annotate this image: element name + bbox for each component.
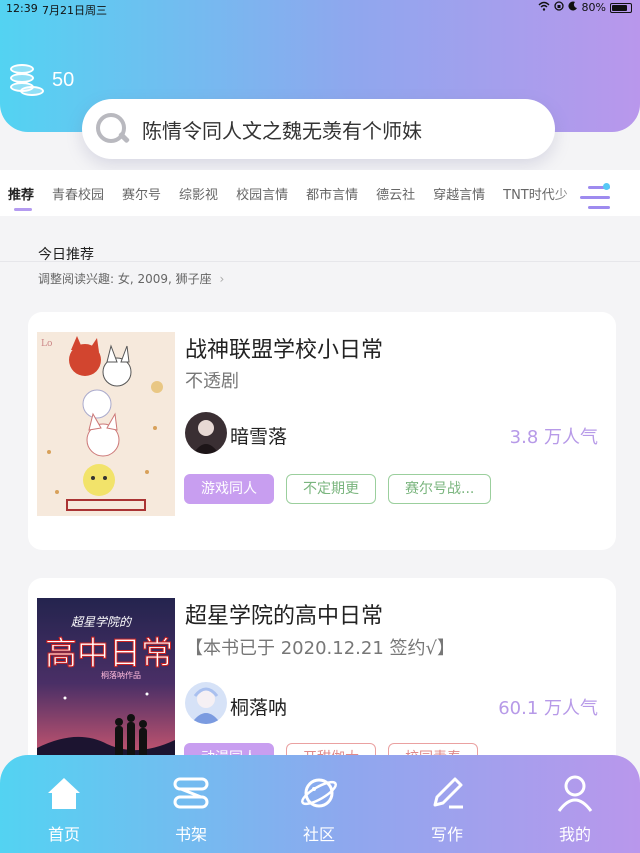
nav-home-label: 首页 <box>47 825 80 844</box>
search-bar[interactable]: 陈情令同人文之魏无羡有个师妹 <box>82 99 555 159</box>
tab-list: 推荐 青春校园 赛尔号 综影视 校园言情 都市言情 德云社 穿越言情 TNT时代… <box>8 184 568 203</box>
tab-seer[interactable]: 赛尔号 <box>122 184 161 203</box>
book-card[interactable]: Lo 战神联盟学校小日常 不透剧 暗雪落 3.8 万人气 游戏同人 不定期更 赛… <box>28 312 616 550</box>
search-placeholder: 陈情令同人文之魏无羡有个师妹 <box>142 118 422 143</box>
status-time: 12:39 <box>6 2 38 15</box>
coin-count: 50 <box>52 68 75 91</box>
popularity-count: 3.8 万人气 <box>509 427 598 448</box>
svg-text:Lo: Lo <box>41 339 52 349</box>
status-bar: 12:39 7月21日周三 80% <box>0 0 640 17</box>
active-tab-indicator <box>14 208 32 211</box>
svg-text:高中日常: 高中日常 <box>45 634 173 672</box>
reading-interest-link[interactable]: 调整阅读兴趣: 女, 2009, 狮子座 › <box>38 270 224 287</box>
nav-bookshelf[interactable]: 书架 <box>151 773 231 845</box>
home-icon <box>44 773 84 813</box>
status-indicators: 80% <box>538 1 632 14</box>
divider <box>0 261 640 262</box>
nav-bookshelf-label: 书架 <box>174 825 207 844</box>
book-title[interactable]: 超星学院的高中日常 <box>185 598 383 630</box>
book-card[interactable]: 超星学院的 高中日常 桐落呐作品 超星学院的高中日常 【本书已于 2020.12… <box>28 578 616 788</box>
lock-rotation-icon <box>553 1 564 14</box>
status-date: 7月21日周三 <box>42 4 107 17</box>
wifi-icon <box>538 1 550 14</box>
nav-write[interactable]: 写作 <box>407 773 487 845</box>
book-cover[interactable]: Lo <box>37 332 175 516</box>
tab-time-travel[interactable]: 穿越言情 <box>433 184 485 203</box>
nav-community-label: 社区 <box>302 825 335 844</box>
battery-icon <box>610 2 632 13</box>
category-tabs: 推荐 青春校园 赛尔号 综影视 校园言情 都市言情 德云社 穿越言情 TNT时代… <box>0 170 640 216</box>
nav-home[interactable]: 首页 <box>24 773 104 845</box>
planet-icon <box>299 773 339 813</box>
bottom-navigation: 首页 书架 社区 写作 我的 <box>0 755 640 853</box>
tab-campus-romance[interactable]: 校园言情 <box>236 184 288 203</box>
tag[interactable]: 赛尔号战... <box>388 474 492 504</box>
author-name[interactable]: 暗雪落 <box>230 422 287 449</box>
book-description: 【本书已于 2020.12.21 签约√】 <box>185 638 455 659</box>
coins-icon <box>10 62 44 98</box>
avatar[interactable] <box>185 412 227 454</box>
search-icon <box>92 109 132 149</box>
book-title[interactable]: 战神联盟学校小日常 <box>185 332 383 364</box>
avatar[interactable] <box>185 682 227 724</box>
tag-list: 游戏同人 不定期更 赛尔号战... <box>184 474 492 504</box>
bookshelf-icon <box>171 773 211 813</box>
tab-film-tv[interactable]: 综影视 <box>179 184 218 203</box>
nav-profile-label: 我的 <box>558 825 591 844</box>
popularity-count: 60.1 万人气 <box>498 698 598 719</box>
tag-genre[interactable]: 游戏同人 <box>184 474 274 504</box>
battery-percent: 80% <box>581 1 606 14</box>
tag[interactable]: 不定期更 <box>286 474 376 504</box>
tab-recommend[interactable]: 推荐 <box>8 184 34 203</box>
nav-community[interactable]: 社区 <box>279 773 359 845</box>
svg-text:超星学院的: 超星学院的 <box>71 615 133 629</box>
nav-profile[interactable]: 我的 <box>535 773 615 845</box>
svg-text:桐落呐作品: 桐落呐作品 <box>101 670 141 680</box>
author-name[interactable]: 桐落呐 <box>230 693 287 720</box>
nav-write-label: 写作 <box>430 825 463 844</box>
reading-interest-text: 调整阅读兴趣: 女, 2009, 狮子座 <box>38 272 212 286</box>
chevron-right-icon: › <box>219 272 225 286</box>
user-icon <box>555 773 595 813</box>
tab-urban-romance[interactable]: 都市言情 <box>306 184 358 203</box>
notification-dot <box>603 183 610 190</box>
tab-deyunshe[interactable]: 德云社 <box>376 184 415 203</box>
pen-icon <box>427 773 467 813</box>
tab-youth-campus[interactable]: 青春校园 <box>52 184 104 203</box>
coin-balance[interactable]: 50 <box>10 62 74 98</box>
moon-icon <box>568 1 578 14</box>
book-description: 不透剧 <box>185 371 239 392</box>
